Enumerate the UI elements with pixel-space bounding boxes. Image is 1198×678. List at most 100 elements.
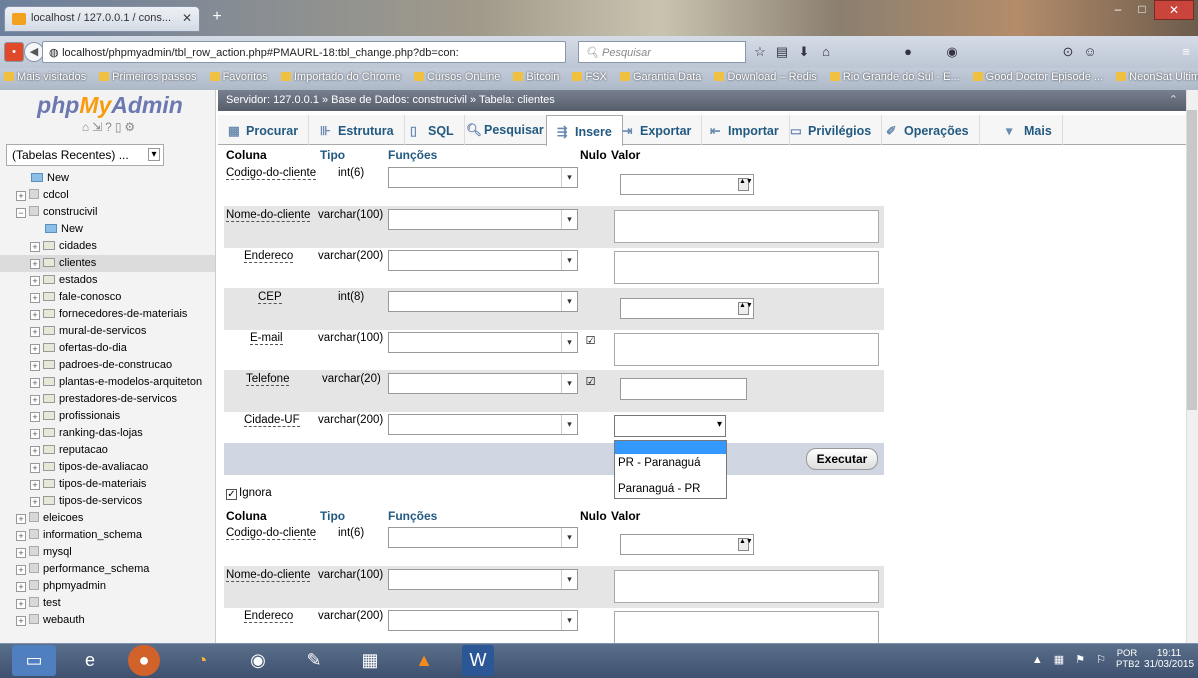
function-select[interactable]: ▾	[388, 569, 578, 590]
bookmark-item[interactable]: Garantia Data	[620, 71, 701, 83]
expand-icon[interactable]: +	[30, 429, 40, 439]
sidebar-item[interactable]: + fale-conosco	[0, 289, 215, 306]
tab-pesquisar[interactable]: 🔍︎ Pesquisar	[456, 115, 555, 145]
firefox-menu-icon[interactable]: •	[4, 42, 24, 62]
expand-icon[interactable]: +	[30, 276, 40, 286]
sidebar-item[interactable]: + eleicoes	[0, 510, 215, 527]
expand-icon[interactable]: −	[16, 208, 26, 218]
browser-tab[interactable]: localhost / 127.0.0.1 / cons... ✕	[4, 6, 200, 32]
function-select[interactable]: ▾	[388, 291, 578, 312]
value-textarea[interactable]	[614, 611, 879, 644]
tab-procurar[interactable]: ▦ Procurar	[218, 115, 310, 145]
bookmark-item[interactable]: Mais visitados	[4, 71, 86, 83]
dropdown-option[interactable]: PR - Paranaguá	[615, 455, 726, 471]
bookmark-item[interactable]: Importado do Chrome	[281, 71, 401, 83]
collapse-icon[interactable]: ⌃	[1169, 93, 1178, 106]
smiley-icon[interactable]: ☺	[1082, 44, 1098, 60]
firefox-icon[interactable]: ●	[128, 645, 160, 676]
sidebar-item[interactable]: + ofertas-do-dia	[0, 340, 215, 357]
sidebar-item[interactable]: + information_schema	[0, 527, 215, 544]
menu-icon[interactable]: ≡	[1178, 44, 1194, 60]
bookmark-item[interactable]: Bitcoin	[513, 71, 559, 83]
value-number-input[interactable]: ▲▼	[620, 534, 754, 555]
word-icon[interactable]: W	[462, 645, 494, 676]
sidebar-item[interactable]: + tipos-de-materiais	[0, 476, 215, 493]
sidebar-item[interactable]: + estados	[0, 272, 215, 289]
home-icon[interactable]: ⌂	[818, 44, 834, 60]
bookmark-item[interactable]: Good Doctor Episode ...	[973, 71, 1103, 83]
expand-icon[interactable]: +	[30, 497, 40, 507]
sidebar-item[interactable]: + cidades	[0, 238, 215, 255]
exit-icon[interactable]: ⇲	[92, 120, 105, 134]
expand-icon[interactable]: +	[30, 463, 40, 473]
sidebar-item[interactable]: − construcivil	[0, 204, 215, 221]
network-icon[interactable]: ▦	[348, 645, 392, 676]
vlc-icon[interactable]: ▲	[402, 645, 446, 676]
value-textarea[interactable]	[614, 333, 879, 366]
tab-operações[interactable]: ✐ Operações	[876, 115, 980, 145]
bookmark-item[interactable]: NeonSat Ultimate | Te...	[1116, 71, 1198, 83]
sidebar-item[interactable]: + clientes	[0, 255, 215, 272]
expand-icon[interactable]: +	[16, 531, 26, 541]
url-input[interactable]: ◍ localhost/phpmyadmin/tbl_row_action.ph…	[42, 41, 566, 63]
sidebar-item[interactable]: + phpmyadmin	[0, 578, 215, 595]
bookmark-star-icon[interactable]: ☆	[752, 44, 768, 60]
function-select[interactable]: ▾	[388, 414, 578, 435]
expand-icon[interactable]: +	[16, 616, 26, 626]
close-window-button[interactable]: ✕	[1154, 0, 1194, 20]
expand-icon[interactable]: +	[30, 344, 40, 354]
value-select[interactable]: ▾	[614, 415, 726, 437]
sidebar-item[interactable]: + profissionais	[0, 408, 215, 425]
spinner-icon[interactable]: ▲▼	[738, 302, 753, 315]
sidebar-item[interactable]: + test	[0, 595, 215, 612]
sidebar-item[interactable]: + tipos-de-avaliacao	[0, 459, 215, 476]
spinner-icon[interactable]: ▲▼	[738, 178, 753, 191]
bookmark-item[interactable]: Primeiros passos	[99, 71, 196, 83]
internet-explorer-icon[interactable]: e	[68, 645, 112, 676]
value-number-input[interactable]: ▲▼	[620, 298, 754, 319]
expand-icon[interactable]: +	[30, 310, 40, 320]
expand-icon[interactable]: +	[30, 293, 40, 303]
tab-estrutura[interactable]: ⊪ Estrutura	[310, 115, 405, 145]
value-textarea[interactable]	[614, 570, 879, 603]
search-input[interactable]: 🔍︎ Pesquisar	[578, 41, 746, 63]
expand-icon[interactable]: +	[16, 514, 26, 524]
expand-icon[interactable]: +	[16, 191, 26, 201]
value-number-input[interactable]: ▲▼	[620, 174, 754, 195]
sidebar-item[interactable]: + mysql	[0, 544, 215, 561]
language-indicator[interactable]: POR PTB2	[1116, 648, 1140, 672]
sidebar-item[interactable]: + fornecedores-de-materiais	[0, 306, 215, 323]
bookmark-item[interactable]: Download – Redis	[714, 71, 816, 83]
maximize-button[interactable]: □	[1130, 0, 1154, 20]
tab-mais[interactable]: ▾ Mais	[996, 115, 1063, 145]
system-tray[interactable]: ▲ ▦ ⚑ ⚐ ◂)	[1010, 648, 1110, 672]
function-select[interactable]: ▾	[388, 250, 578, 271]
sidebar-item[interactable]: + cdcol	[0, 187, 215, 204]
ignore-checkbox[interactable]: ✓ Ignora	[226, 487, 272, 500]
clock[interactable]: 19:11 31/03/2015	[1142, 648, 1196, 672]
expand-icon[interactable]: +	[16, 582, 26, 592]
scrollbar-thumb[interactable]	[1187, 110, 1197, 410]
tab-importar[interactable]: ⇤ Importar	[700, 115, 790, 145]
cidade-uf-dropdown-list[interactable]: PR - Paranaguá Paranaguá - PR	[614, 440, 727, 499]
bookmark-item[interactable]: Cursos OnLine	[414, 71, 500, 83]
expand-icon[interactable]: +	[30, 327, 40, 337]
sidebar-item[interactable]: + plantas-e-modelos-arquiteton	[0, 374, 215, 391]
history-icon[interactable]: ⊙	[1060, 44, 1076, 60]
function-select[interactable]: ▾	[388, 373, 578, 394]
extension-icon[interactable]: ◉	[944, 44, 960, 60]
sidebar-item[interactable]: + mural-de-servicos	[0, 323, 215, 340]
sidebar-item[interactable]: + performance_schema	[0, 561, 215, 578]
sidebar-item[interactable]: + webauth	[0, 612, 215, 629]
tab-exportar[interactable]: ⇥ Exportar	[612, 115, 703, 145]
recent-tables-select[interactable]: (Tabelas Recentes) ... ▾	[6, 144, 164, 166]
expand-icon[interactable]: +	[30, 395, 40, 405]
sidebar-item[interactable]: + ranking-das-lojas	[0, 425, 215, 442]
reading-list-icon[interactable]: ▤	[774, 44, 790, 60]
bookmark-item[interactable]: Rio Grande do Sul - E...	[830, 71, 960, 83]
dropdown-option[interactable]: Paranaguá - PR	[615, 481, 726, 497]
null-checkbox[interactable]: ☑	[584, 336, 597, 349]
spinner-icon[interactable]: ▲▼	[738, 538, 753, 551]
xampp-icon[interactable]: ◔	[180, 645, 224, 676]
settings-icon[interactable]: ⚙	[124, 120, 138, 134]
